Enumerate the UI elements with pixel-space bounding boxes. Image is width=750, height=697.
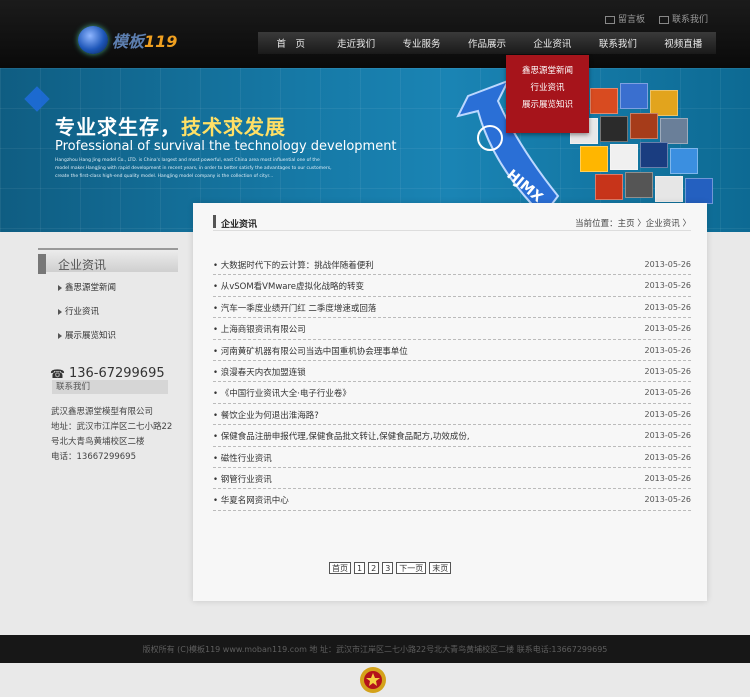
globe-logo-icon (78, 26, 108, 54)
news-date: 2013-05-26 (644, 324, 692, 334)
news-row[interactable]: 钢管行业资讯 2013-05-26 (213, 468, 692, 490)
sidebar-list: 鑫思源堂新闻 行业资讯 展示展览知识 (38, 276, 178, 348)
banner-slogan-cn: 专业求生存，技术求发展 (55, 115, 286, 139)
phone-icon (658, 15, 669, 24)
nav-about[interactable]: 走近我们 (323, 36, 388, 50)
banner-description: Hangzhou Hang Jing model Co., LTD. is Ch… (55, 158, 332, 179)
sidebar: 企业资讯 鑫思源堂新闻 行业资讯 展示展览知识 ☎ 136-67299695 联… (38, 248, 178, 468)
news-row[interactable]: 大数据时代下的云计算：挑战伴随着便利 2013-05-26 (213, 254, 692, 276)
main-header: 企业资讯 当前位置：主页 〉企业资讯 〉 (213, 215, 691, 231)
logo-text: 模板119 (112, 32, 178, 51)
news-date: 2013-05-26 (644, 452, 692, 462)
news-row[interactable]: 《中国行业资讯大全·电子行业卷》 2013-05-26 (213, 382, 692, 404)
news-title[interactable]: 餐饮企业为何退出淮海路? (213, 409, 319, 421)
news-row[interactable]: 保健食品注册申报代理,保健食品批文转让,保健食品配方,功效成份, 2013-05-… (213, 425, 692, 447)
nav-live[interactable]: 视频直播 (651, 36, 716, 50)
top-link-guestbook[interactable]: 留言板 (604, 12, 645, 25)
news-row[interactable]: 汽车一季度业绩开门红 二季度增速或回落 2013-05-26 (213, 297, 692, 319)
banner-slogan-en: Professional of survival the technology … (55, 139, 397, 154)
mail-icon (604, 15, 615, 24)
top-links: 留言板 联系我们 (604, 12, 708, 25)
dropdown-item-company-news[interactable]: 鑫思源堂新闻 (506, 63, 589, 80)
news-row[interactable]: 从vSOM看VMware虚拟化战略的转变 2013-05-26 (213, 275, 692, 297)
news-date: 2013-05-26 (644, 495, 692, 505)
contact-title: 联系我们 (52, 380, 168, 394)
breadcrumb[interactable]: 当前位置：主页 〉企业资讯 〉 (575, 217, 691, 229)
sidebar-item-company-news[interactable]: 鑫思源堂新闻 (38, 276, 178, 300)
sidebar-title: 企业资讯 (58, 258, 107, 272)
dropdown-item-industry-news[interactable]: 行业资讯 (506, 80, 589, 97)
news-date: 2013-05-26 (644, 431, 692, 441)
page-title: 企业资讯 (221, 220, 258, 230)
news-title[interactable]: 钢管行业资讯 (213, 473, 272, 485)
site-header: 模板119 留言板 联系我们 首 页 走近我们 专业服务 作品展示 企业资讯 联… (0, 0, 750, 68)
site-logo[interactable]: 模板119 (78, 26, 186, 54)
news-dropdown-menu: 鑫思源堂新闻 行业资讯 展示展览知识 (506, 55, 589, 133)
contact-info: 武汉鑫思源堂模型有限公司 地址：武汉市江岸区二七小路22号北大青鸟黄埔校区二楼 … (51, 407, 173, 462)
news-title[interactable]: 河南黄矿机器有限公司当选中国重机协会理事单位 (213, 345, 408, 357)
site-footer: 版权所有 (C)模板119 www.moban119.com 地 址：武汉市江岸… (0, 635, 750, 663)
pagination: 首页 1 2 3 下一页 末页 (329, 562, 452, 574)
nav-contact[interactable]: 联系我们 (585, 36, 650, 50)
main-nav: 首 页 走近我们 专业服务 作品展示 企业资讯 联系我们 视频直播 (258, 32, 716, 54)
news-title[interactable]: 华夏名网资讯中心 (213, 494, 289, 506)
news-date: 2013-05-26 (644, 302, 692, 312)
news-row[interactable]: 华夏名网资讯中心 2013-05-26 (213, 489, 692, 511)
news-title[interactable]: 保健食品注册申报代理,保健食品批文转让,保健食品配方,功效成份, (213, 430, 470, 442)
news-row[interactable]: 上海商银资讯有限公司 2013-05-26 (213, 318, 692, 340)
news-title[interactable]: 从vSOM看VMware虚拟化战略的转变 (213, 280, 364, 292)
news-date: 2013-05-26 (644, 366, 692, 376)
pager-next[interactable]: 下一页 (396, 562, 427, 574)
news-title[interactable]: 大数据时代下的云计算：挑战伴随着便利 (213, 259, 374, 271)
news-row[interactable]: 餐饮企业为何退出淮海路? 2013-05-26 (213, 404, 692, 426)
footer-text: 版权所有 (C)模板119 www.moban119.com 地 址：武汉市江岸… (142, 645, 608, 654)
news-row[interactable]: 浪漫春天内衣加盟连锁 2013-05-26 (213, 361, 692, 383)
sidebar-item-industry-news[interactable]: 行业资讯 (38, 300, 178, 324)
main-panel: 企业资讯 当前位置：主页 〉企业资讯 〉 大数据时代下的云计算：挑战伴随着便利 2… (193, 203, 707, 601)
pager-page-3[interactable]: 3 (382, 562, 394, 574)
telephone-icon: ☎ (50, 366, 65, 381)
nav-home[interactable]: 首 页 (258, 36, 323, 50)
news-title[interactable]: 浪漫春天内衣加盟连锁 (213, 366, 306, 378)
sidebar-item-exhibition[interactable]: 展示展览知识 (38, 324, 178, 348)
news-title[interactable]: 磁性行业资讯 (213, 452, 272, 464)
nav-works[interactable]: 作品展示 (454, 36, 519, 50)
news-date: 2013-05-26 (644, 409, 692, 419)
pager-page-1[interactable]: 1 (354, 562, 366, 574)
top-link-contact[interactable]: 联系我们 (658, 12, 708, 25)
news-title[interactable]: 《中国行业资讯大全·电子行业卷》 (213, 387, 351, 399)
news-date: 2013-05-26 (644, 345, 692, 355)
sidebar-phone: ☎ 136-67299695 (50, 366, 165, 381)
news-date: 2013-05-26 (644, 473, 692, 483)
news-date: 2013-05-26 (644, 281, 692, 291)
pager-page-2[interactable]: 2 (368, 562, 380, 574)
news-date: 2013-05-26 (644, 388, 692, 398)
sidebar-header: 企业资讯 (38, 248, 178, 274)
pager-last[interactable]: 末页 (429, 562, 452, 574)
news-title[interactable]: 汽车一季度业绩开门红 二季度增速或回落 (213, 302, 377, 314)
dropdown-item-exhibition[interactable]: 展示展览知识 (506, 97, 589, 114)
nav-news[interactable]: 企业资讯 (520, 36, 585, 50)
pager-first[interactable]: 首页 (329, 562, 351, 574)
police-badge-icon[interactable] (359, 665, 387, 695)
nav-services[interactable]: 专业服务 (389, 36, 454, 50)
news-list: 大数据时代下的云计算：挑战伴随着便利2013-05-26从vSOM看VMware… (213, 254, 691, 511)
news-row[interactable]: 磁性行业资讯 2013-05-26 (213, 447, 691, 468)
news-row[interactable]: 河南黄矿机器有限公司当选中国重机协会理事单位 2013-05-26 (213, 340, 691, 361)
news-title[interactable]: 上海商银资讯有限公司 (213, 323, 306, 335)
news-date: 2013-05-26 (644, 260, 692, 269)
